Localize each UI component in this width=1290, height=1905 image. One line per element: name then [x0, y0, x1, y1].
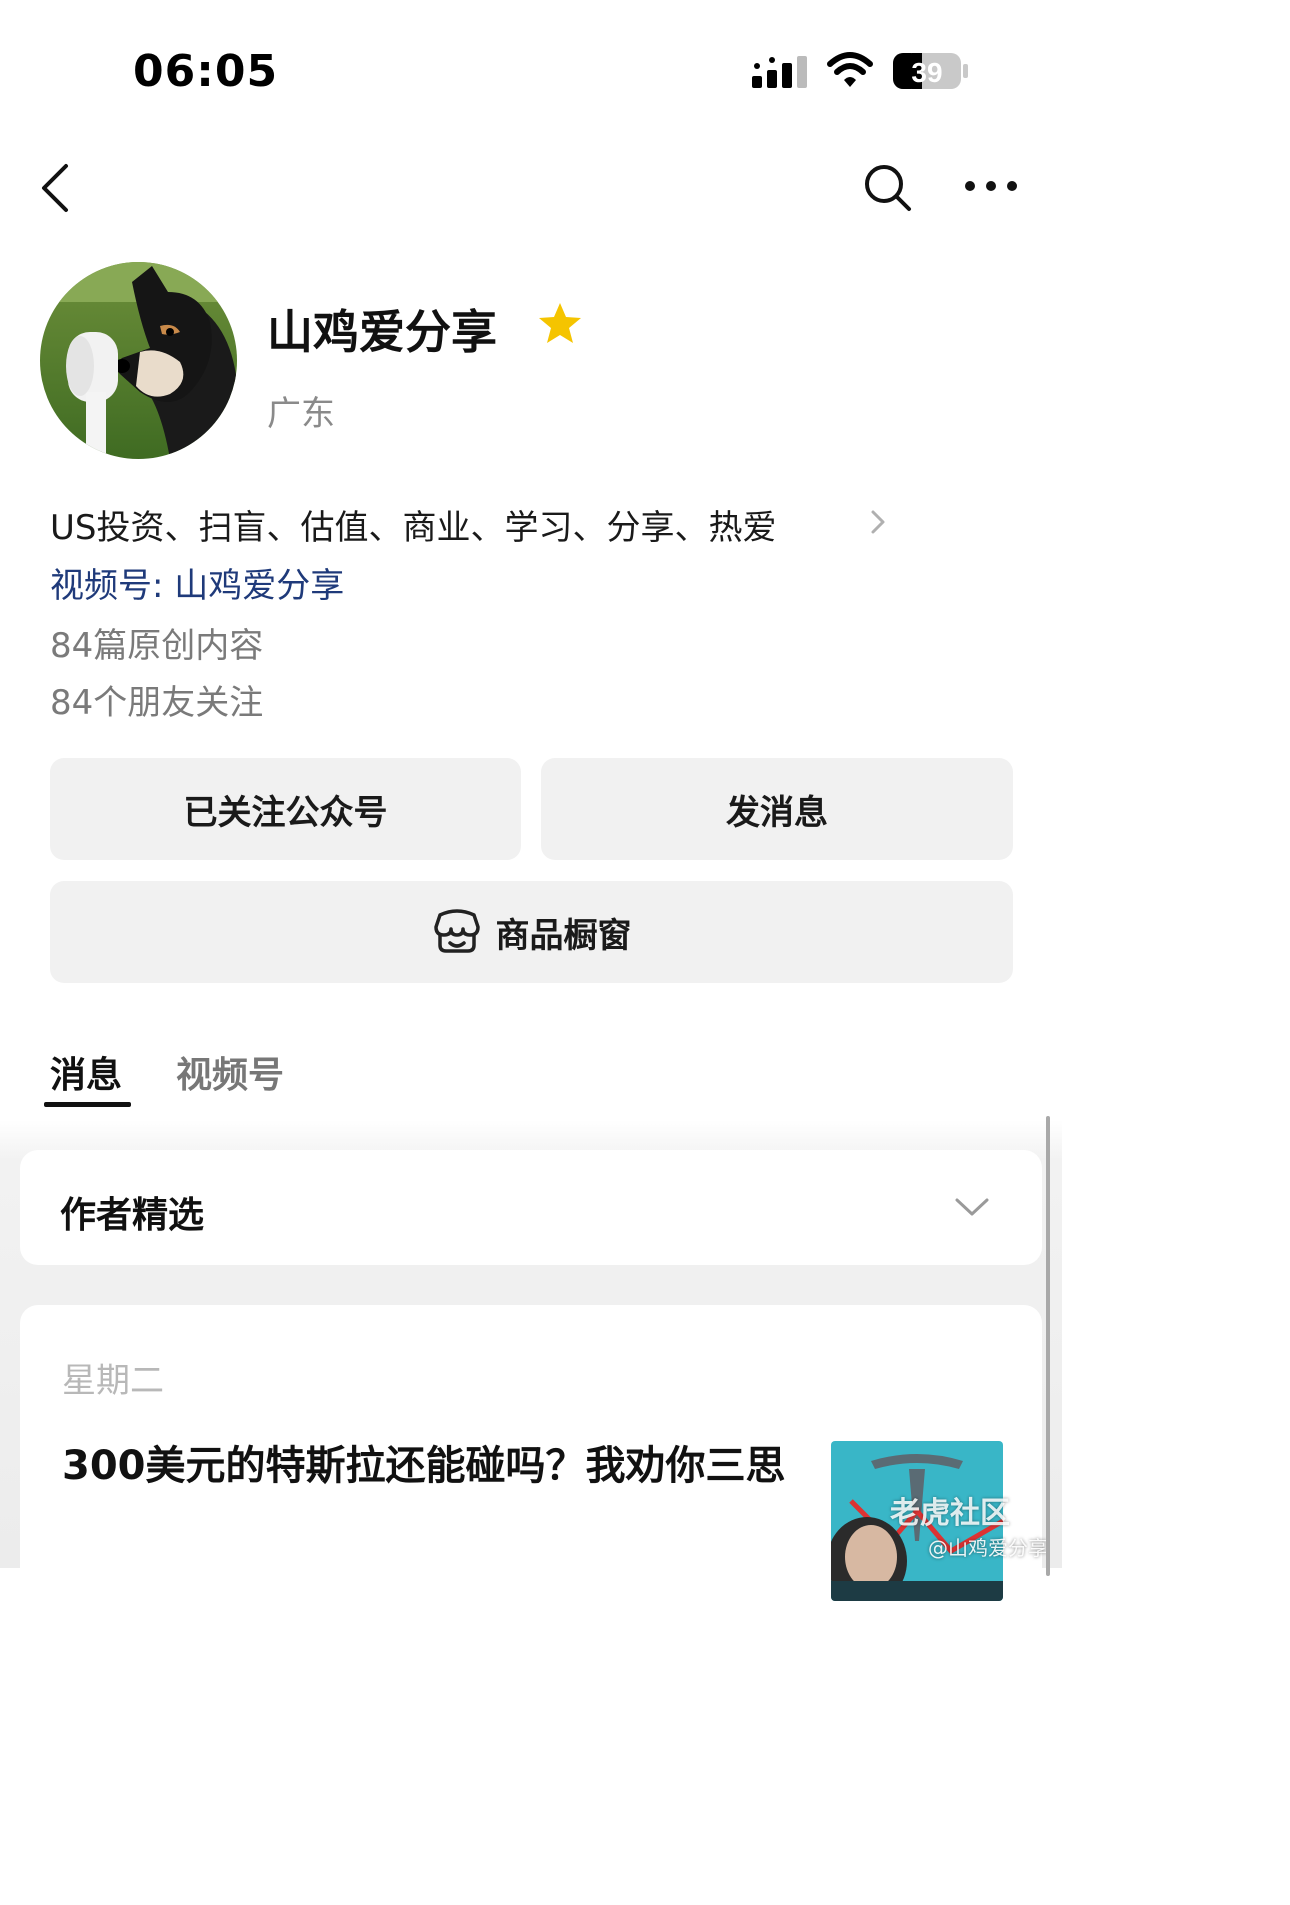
author-picks-card[interactable]: 作者精选	[20, 1150, 1042, 1265]
shop-window-label: 商品橱窗	[495, 915, 632, 956]
shop-window-button[interactable]: 商品橱窗	[50, 881, 1013, 983]
battery-icon: 39	[893, 53, 968, 89]
watermark-user: @山鸡爱分享	[928, 1536, 1048, 1560]
author-picks-title: 作者精选	[60, 1195, 205, 1236]
nav-bar	[0, 150, 1062, 230]
send-message-button[interactable]: 发消息	[541, 758, 1013, 860]
account-name: 山鸡爱分享	[267, 305, 497, 359]
shop-icon	[433, 909, 480, 953]
tab-channels[interactable]: 视频号	[176, 1046, 284, 1098]
back-icon[interactable]	[36, 160, 76, 216]
article-card[interactable]: 星期二 300美元的特斯拉还能碰吗？我劝你三思	[20, 1305, 1042, 1601]
active-tab-indicator	[44, 1102, 131, 1107]
cellular-signal-icon	[752, 56, 807, 88]
region-label: 广东	[267, 394, 335, 434]
article-day: 星期二	[62, 1361, 164, 1401]
original-count[interactable]: 84篇原创内容	[50, 618, 263, 667]
bio-text[interactable]: US投资、扫盲、估值、商业、学习、分享、热爱	[50, 500, 776, 549]
scrollbar[interactable]	[1046, 1116, 1050, 1576]
article-title[interactable]: 300美元的特斯拉还能碰吗？我劝你三思	[62, 1433, 802, 1499]
search-icon[interactable]	[862, 162, 912, 212]
status-time: 06:05	[133, 46, 279, 97]
chevron-right-icon[interactable]	[868, 506, 890, 538]
star-icon	[539, 303, 581, 343]
chevron-down-icon[interactable]	[954, 1196, 990, 1218]
tab-messages[interactable]: 消息	[50, 1046, 122, 1098]
followed-button[interactable]: 已关注公众号	[50, 758, 521, 860]
channel-link[interactable]: 视频号: 山鸡爱分享	[50, 558, 344, 607]
avatar-dog-image	[40, 262, 237, 459]
status-bar: 06:05 39	[0, 0, 1062, 130]
more-options-icon[interactable]	[964, 176, 1018, 196]
avatar[interactable]	[40, 262, 237, 459]
friends-follow-count[interactable]: 84个朋友关注	[50, 675, 263, 724]
watermark-logo: 老虎社区	[890, 1496, 1010, 1531]
battery-level: 39	[911, 57, 942, 88]
battery-indicator: 39	[892, 52, 970, 90]
wifi-icon	[827, 52, 873, 87]
